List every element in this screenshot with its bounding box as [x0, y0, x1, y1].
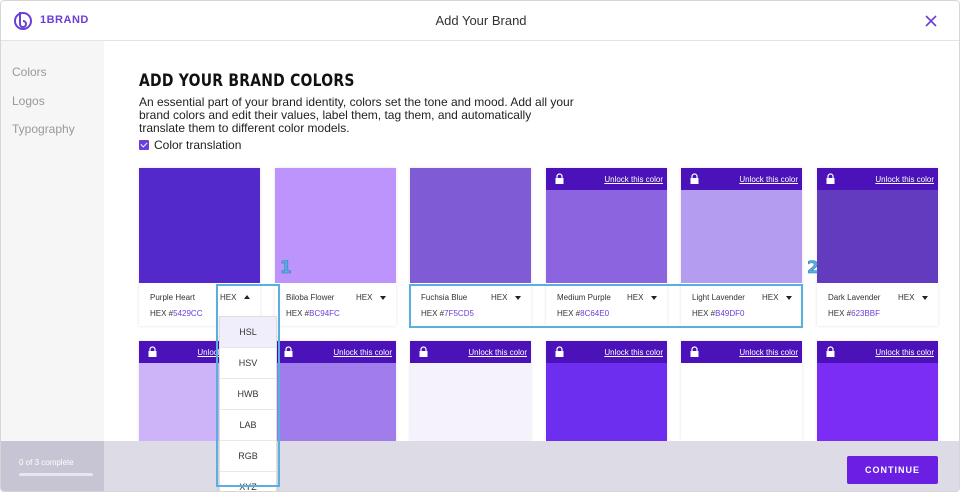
- page-title: ADD YOUR BRAND COLORS: [139, 71, 355, 91]
- unlock-color-link[interactable]: Unlock this color: [604, 348, 663, 357]
- sidebar-item-colors[interactable]: Colors: [12, 65, 47, 79]
- unlock-bar: Unlock this color: [275, 341, 396, 363]
- lock-icon: [284, 346, 293, 357]
- caret-down-icon[interactable]: [380, 296, 386, 300]
- unlock-bar: Unlock this color: [817, 341, 938, 363]
- close-icon[interactable]: [921, 11, 941, 31]
- format-select[interactable]: HEX: [356, 293, 372, 302]
- color-name[interactable]: Biloba Flower: [286, 293, 334, 302]
- color-card[interactable]: Unlock this color: [817, 341, 938, 441]
- color-translation-checkbox[interactable]: [139, 140, 149, 150]
- color-card[interactable]: Unlock this color: [681, 341, 802, 441]
- progress-panel: 0 of 3 complete: [1, 441, 104, 491]
- color-swatch[interactable]: [139, 168, 260, 283]
- sidebar: Colors Logos Typography: [1, 41, 104, 491]
- unlock-color-link[interactable]: Unlock this color: [875, 175, 934, 184]
- color-card[interactable]: Unlock this color: [546, 341, 667, 441]
- hex-prefix: HEX #: [286, 309, 310, 318]
- sidebar-item-typography[interactable]: Typography: [12, 122, 75, 136]
- annotation-label-1: 1: [280, 258, 292, 279]
- color-hex[interactable]: HEX #623BBF: [828, 309, 880, 318]
- hex-prefix: HEX #: [828, 309, 852, 318]
- color-translation-toggle[interactable]: Color translation: [139, 138, 241, 152]
- app-window: 1BRAND Add Your Brand Colors Logos Typog…: [0, 0, 960, 492]
- unlock-bar: Unlock this color: [681, 168, 802, 190]
- hex-value: 623BBF: [851, 309, 881, 318]
- color-card[interactable]: Unlock this color: [410, 341, 531, 441]
- color-info: Biloba Flower HEX HEX #BC94FC: [275, 283, 396, 326]
- annotation-box-1: [216, 284, 280, 487]
- color-card[interactable]: Unlock this color Dark Lavender HEX HEX …: [817, 168, 938, 326]
- lock-icon: [826, 173, 835, 184]
- unlock-bar: Unlock this color: [817, 168, 938, 190]
- unlock-color-link[interactable]: Unlock this color: [333, 348, 392, 357]
- color-card[interactable]: Biloba Flower HEX HEX #BC94FC: [275, 168, 396, 326]
- unlock-bar: Unlock this color: [546, 341, 667, 363]
- unlock-color-link[interactable]: Unlock this color: [604, 175, 663, 184]
- hex-value: BC94FC: [309, 309, 340, 318]
- color-swatch[interactable]: [410, 168, 531, 283]
- unlock-color-link[interactable]: Unlock this color: [468, 348, 527, 357]
- hex-prefix: HEX #: [150, 309, 174, 318]
- progress-bar: [19, 473, 93, 476]
- unlock-color-link[interactable]: Unlock this color: [875, 348, 934, 357]
- lock-icon: [555, 173, 564, 184]
- annotation-label-2: 2: [807, 258, 819, 279]
- top-bar: 1BRAND Add Your Brand: [1, 1, 959, 41]
- caret-down-icon[interactable]: [922, 296, 928, 300]
- color-name[interactable]: Dark Lavender: [828, 293, 880, 302]
- page-description: An essential part of your brand identity…: [139, 95, 574, 135]
- unlock-color-link[interactable]: Unlock this color: [739, 175, 798, 184]
- annotation-box-2: [409, 284, 803, 328]
- format-select[interactable]: HEX: [898, 293, 914, 302]
- lock-icon: [555, 346, 564, 357]
- color-swatch[interactable]: [275, 168, 396, 283]
- continue-button[interactable]: CONTINUE: [847, 456, 938, 484]
- color-name[interactable]: Purple Heart: [150, 293, 195, 302]
- color-hex[interactable]: HEX #5429CC: [150, 309, 202, 318]
- color-hex[interactable]: HEX #BC94FC: [286, 309, 340, 318]
- color-card[interactable]: Unlock this color: [275, 341, 396, 441]
- color-info: Dark Lavender HEX HEX #623BBF: [817, 283, 938, 326]
- lock-icon: [826, 346, 835, 357]
- lock-icon: [419, 346, 428, 357]
- color-translation-label: Color translation: [154, 138, 242, 152]
- unlock-bar: Unlock this color: [546, 168, 667, 190]
- lock-icon: [148, 346, 157, 357]
- hex-value: 5429CC: [173, 309, 203, 318]
- unlock-bar: Unlock this color: [681, 341, 802, 363]
- sidebar-item-logos[interactable]: Logos: [12, 94, 45, 108]
- lock-icon: [690, 346, 699, 357]
- progress-text: 0 of 3 complete: [19, 458, 74, 467]
- unlock-color-link[interactable]: Unlock this color: [739, 348, 798, 357]
- unlock-bar: Unlock this color: [410, 341, 531, 363]
- modal-title: Add Your Brand: [435, 13, 527, 28]
- lock-icon: [690, 173, 699, 184]
